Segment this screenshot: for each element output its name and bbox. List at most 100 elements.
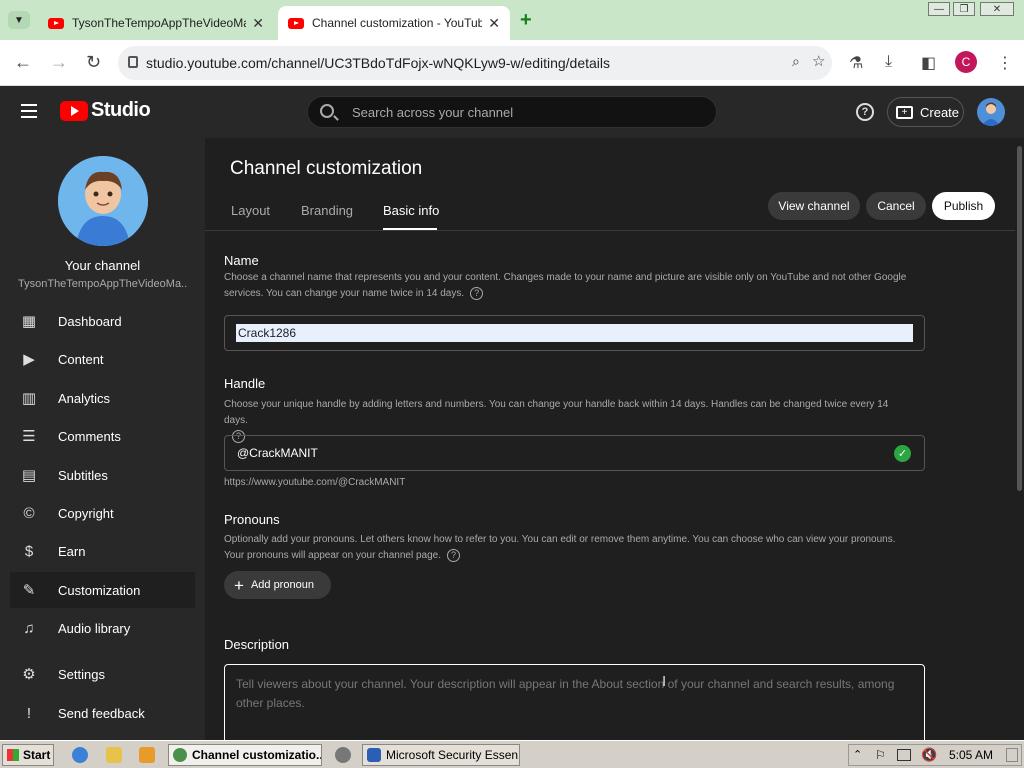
sidebar-item-comments[interactable]: ☰ Comments — [10, 418, 195, 454]
tab-layout[interactable]: Layout — [231, 203, 270, 218]
minimize-window-button[interactable]: — — [928, 2, 950, 16]
reload-icon[interactable]: ↻ — [86, 52, 101, 73]
sidebar-item-dashboard[interactable]: ▦ Dashboard — [10, 303, 195, 339]
browser-profile-avatar[interactable]: C — [955, 51, 977, 73]
settings-quicklaunch-icon[interactable] — [335, 747, 351, 763]
scrollbar-thumb[interactable] — [1017, 146, 1022, 491]
sidebar-item-analytics[interactable]: ▥ Analytics — [10, 380, 195, 416]
side-panel-icon[interactable]: ◧ — [921, 53, 936, 73]
new-tab-button[interactable]: + — [520, 9, 532, 32]
sidebar-item-send-feedback[interactable]: ! Send feedback — [10, 695, 195, 731]
sidebar-item-label: Earn — [58, 543, 86, 559]
labs-flask-icon[interactable]: ⚗ — [849, 53, 863, 73]
browser-toolbar: ← → ↻ studio.youtube.com/channel/UC3TBdo… — [0, 40, 1024, 86]
handle-section-title: Handle — [224, 376, 266, 391]
description-field[interactable]: Tell viewers about your channel. Your de… — [224, 664, 925, 744]
youtube-favicon-icon — [48, 17, 64, 29]
sidebar-item-customization[interactable]: ✎ Customization — [10, 572, 195, 608]
sidebar-item-label: Audio library — [58, 620, 131, 636]
start-label: Start — [23, 748, 51, 762]
add-pronoun-button[interactable]: + Add pronoun — [224, 571, 331, 599]
sidebar-item-subtitles[interactable]: ▤ Subtitles — [10, 457, 195, 493]
sidebar-item-copyright[interactable]: © Copyright — [10, 495, 195, 531]
ie-quicklaunch-icon[interactable] — [72, 747, 88, 763]
hamburger-menu-icon[interactable] — [21, 104, 37, 118]
close-tab-icon[interactable]: ✕ — [252, 15, 264, 32]
channel-avatar[interactable] — [58, 156, 148, 246]
view-channel-button[interactable]: View channel — [768, 192, 860, 220]
settings-icon: ⚙ — [22, 666, 36, 683]
audio-library-icon: ♫ — [23, 619, 35, 637]
zoom-icon[interactable]: ⌕ — [792, 53, 800, 70]
close-window-button[interactable]: ✕ — [980, 2, 1014, 16]
name-description-text: Choose a channel name that represents yo… — [224, 272, 907, 299]
volume-muted-icon[interactable]: 🔇 — [921, 747, 937, 763]
browser-menu-icon[interactable]: ⋮ — [997, 53, 1013, 73]
security-essentials-icon — [367, 748, 381, 762]
comments-icon: ☰ — [22, 428, 36, 445]
account-avatar[interactable] — [977, 98, 1005, 126]
help-icon[interactable]: ? — [447, 548, 461, 562]
chevron-down-icon: ▼ — [14, 14, 24, 26]
youtube-favicon-icon — [288, 17, 304, 29]
analytics-icon: ▥ — [21, 390, 37, 407]
sidebar-item-audio-library[interactable]: ♫ Audio library — [10, 610, 195, 646]
handle-url: https://www.youtube.com/@CrackMANIT — [224, 477, 406, 488]
forward-icon[interactable]: → — [50, 52, 68, 73]
description-placeholder[interactable]: Tell viewers about your channel. Your de… — [236, 675, 916, 713]
tab-basic-info[interactable]: Basic info — [383, 203, 439, 218]
help-icon[interactable]: ? — [856, 103, 874, 121]
start-button[interactable]: Start — [2, 744, 54, 766]
tab-search-button[interactable]: ▼ — [8, 11, 30, 29]
show-desktop-button[interactable] — [1006, 748, 1018, 762]
studio-logo-text[interactable]: Studio — [91, 99, 151, 122]
taskbar-item-chrome[interactable]: Channel customizatio... — [168, 744, 322, 766]
channel-search[interactable] — [307, 96, 717, 128]
network-icon[interactable] — [897, 749, 911, 761]
text-cursor-icon: I — [662, 673, 667, 690]
taskbar-item-security-essentials[interactable]: Microsoft Security Essen... — [362, 744, 520, 766]
taskbar-clock[interactable]: 5:05 AM — [949, 748, 993, 762]
search-icon — [320, 104, 334, 118]
help-icon[interactable]: ? — [470, 286, 484, 300]
page-title: Channel customization — [230, 158, 423, 179]
restore-window-button[interactable]: ❐ — [953, 2, 975, 16]
media-player-quicklaunch-icon[interactable] — [139, 747, 155, 763]
pronouns-section-title: Pronouns — [224, 512, 280, 527]
close-tab-icon[interactable]: ✕ — [488, 15, 500, 32]
chrome-icon — [173, 748, 187, 762]
sidebar-item-content[interactable]: ▶ Content — [10, 341, 195, 377]
page-scrollbar[interactable] — [1015, 138, 1024, 740]
taskbar-item-label: Channel customizatio... — [192, 748, 322, 762]
name-field[interactable] — [224, 315, 925, 351]
youtube-logo-icon[interactable] — [60, 101, 88, 121]
action-center-flag-icon[interactable]: ⚐ — [875, 748, 886, 762]
handle-input[interactable]: @CrackMANIT — [237, 446, 318, 460]
channel-avatar-image — [58, 156, 148, 246]
sidebar-item-settings[interactable]: ⚙ Settings — [10, 656, 195, 692]
publish-button[interactable]: Publish — [932, 192, 995, 220]
back-icon[interactable]: ← — [14, 52, 32, 73]
bookmark-star-icon[interactable]: ☆ — [812, 52, 825, 70]
account-avatar-image — [982, 102, 1000, 126]
name-input[interactable] — [236, 324, 913, 342]
browser-tab-active[interactable]: Channel customization - YouTube S ✕ — [278, 6, 510, 40]
browser-tab[interactable]: TysonTheTempoAppTheVideoMaker ✕ — [38, 6, 274, 40]
handle-field[interactable]: @CrackMANIT ✓ — [224, 435, 925, 471]
sidebar-item-label: Comments — [58, 428, 121, 444]
cancel-button[interactable]: Cancel — [866, 192, 926, 220]
tray-expand-icon[interactable]: ⌃ — [853, 748, 862, 761]
download-icon[interactable]: ⤓ — [885, 53, 892, 71]
studio-sidebar: Your channel TysonTheTempoAppTheVideoMa.… — [0, 138, 205, 740]
address-bar[interactable]: studio.youtube.com/channel/UC3TBdoTdFojx… — [118, 46, 832, 80]
explorer-quicklaunch-icon[interactable] — [106, 747, 122, 763]
sidebar-item-label: Copyright — [58, 505, 114, 521]
create-button[interactable]: + Create — [887, 97, 964, 127]
description-section-title: Description — [224, 637, 290, 652]
search-input[interactable] — [350, 97, 710, 127]
sidebar-item-label: Subtitles — [58, 467, 108, 483]
sidebar-item-earn[interactable]: $ Earn — [10, 533, 195, 569]
pronouns-section-description: Optionally add your pronouns. Let others… — [224, 532, 914, 564]
tab-branding[interactable]: Branding — [301, 203, 353, 218]
feedback-icon: ! — [26, 704, 32, 722]
